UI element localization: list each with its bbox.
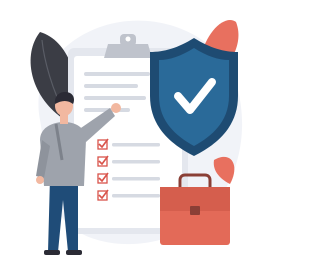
hand <box>111 103 121 113</box>
illustration-scene <box>0 0 264 264</box>
